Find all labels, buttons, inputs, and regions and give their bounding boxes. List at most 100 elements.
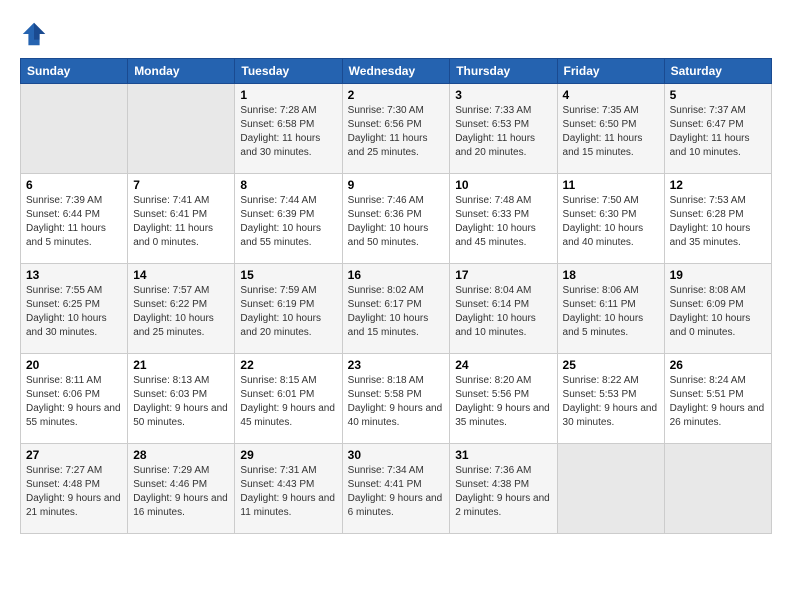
day-header-monday: Monday bbox=[128, 59, 235, 84]
day-info: Sunrise: 8:11 AMSunset: 6:06 PMDaylight:… bbox=[26, 374, 122, 430]
day-info: Sunrise: 8:24 AMSunset: 5:51 PMDaylight:… bbox=[670, 374, 766, 430]
day-info: Sunrise: 7:53 AMSunset: 6:28 PMDaylight:… bbox=[670, 194, 766, 250]
calendar-cell: 5 Sunrise: 7:37 AMSunset: 6:47 PMDaylight… bbox=[664, 84, 771, 174]
calendar-cell: 22 Sunrise: 8:15 AMSunset: 6:01 PMDayligh… bbox=[235, 354, 342, 444]
day-number: 15 bbox=[240, 268, 336, 282]
day-number: 28 bbox=[133, 448, 229, 462]
day-number: 21 bbox=[133, 358, 229, 372]
day-info: Sunrise: 7:48 AMSunset: 6:33 PMDaylight:… bbox=[455, 194, 551, 250]
day-header-tuesday: Tuesday bbox=[235, 59, 342, 84]
calendar-cell: 29 Sunrise: 7:31 AMSunset: 4:43 PMDayligh… bbox=[235, 444, 342, 534]
calendar-week-row: 13Sunrise: 7:55 AMSunset: 6:25 PMDayligh… bbox=[21, 264, 772, 354]
day-number: 1 bbox=[240, 88, 336, 102]
day-number: 8 bbox=[240, 178, 336, 192]
calendar-cell: 11 Sunrise: 7:50 AMSunset: 6:30 PMDayligh… bbox=[557, 174, 664, 264]
calendar-cell: 3 Sunrise: 7:33 AMSunset: 6:53 PMDaylight… bbox=[450, 84, 557, 174]
day-number: 18 bbox=[563, 268, 659, 282]
day-info: Sunrise: 7:36 AMSunset: 4:38 PMDaylight:… bbox=[455, 464, 551, 520]
calendar-cell: 1 Sunrise: 7:28 AMSunset: 6:58 PMDaylight… bbox=[235, 84, 342, 174]
day-info: Sunrise: 8:06 AMSunset: 6:11 PMDaylight:… bbox=[563, 284, 659, 340]
day-number: 16 bbox=[348, 268, 445, 282]
calendar-table: SundayMondayTuesdayWednesdayThursdayFrid… bbox=[20, 58, 772, 534]
calendar-cell: 26 Sunrise: 8:24 AMSunset: 5:51 PMDayligh… bbox=[664, 354, 771, 444]
day-header-saturday: Saturday bbox=[664, 59, 771, 84]
day-info: Sunrise: 8:08 AMSunset: 6:09 PMDaylight:… bbox=[670, 284, 766, 340]
day-info: Sunrise: 7:37 AMSunset: 6:47 PMDaylight:… bbox=[670, 104, 766, 160]
day-header-wednesday: Wednesday bbox=[342, 59, 450, 84]
day-number: 3 bbox=[455, 88, 551, 102]
calendar-cell: 15 Sunrise: 7:59 AMSunset: 6:19 PMDayligh… bbox=[235, 264, 342, 354]
day-info: Sunrise: 8:02 AMSunset: 6:17 PMDaylight:… bbox=[348, 284, 445, 340]
day-number: 26 bbox=[670, 358, 766, 372]
calendar-cell: 19 Sunrise: 8:08 AMSunset: 6:09 PMDayligh… bbox=[664, 264, 771, 354]
calendar-cell: 20 Sunrise: 8:11 AMSunset: 6:06 PMDayligh… bbox=[21, 354, 128, 444]
day-info: Sunrise: 7:27 AMSunset: 4:48 PMDaylight:… bbox=[26, 464, 122, 520]
calendar-cell: 13Sunrise: 7:55 AMSunset: 6:25 PMDayligh… bbox=[21, 264, 128, 354]
calendar-cell: 7Sunrise: 7:41 AMSunset: 6:41 PMDaylight… bbox=[128, 174, 235, 264]
day-info: Sunrise: 8:18 AMSunset: 5:58 PMDaylight:… bbox=[348, 374, 445, 430]
day-number: 2 bbox=[348, 88, 445, 102]
day-number: 19 bbox=[670, 268, 766, 282]
day-info: Sunrise: 7:50 AMSunset: 6:30 PMDaylight:… bbox=[563, 194, 659, 250]
calendar-cell: 27 Sunrise: 7:27 AMSunset: 4:48 PMDayligh… bbox=[21, 444, 128, 534]
calendar-cell: 21 Sunrise: 8:13 AMSunset: 6:03 PMDayligh… bbox=[128, 354, 235, 444]
day-info: Sunrise: 7:28 AMSunset: 6:58 PMDaylight:… bbox=[240, 104, 336, 160]
day-info: Sunrise: 7:46 AMSunset: 6:36 PMDaylight:… bbox=[348, 194, 445, 250]
day-info: Sunrise: 8:04 AMSunset: 6:14 PMDaylight:… bbox=[455, 284, 551, 340]
calendar-week-row: 6Sunrise: 7:39 AMSunset: 6:44 PMDaylight… bbox=[21, 174, 772, 264]
calendar-cell: 30Sunrise: 7:34 AMSunset: 4:41 PMDayligh… bbox=[342, 444, 450, 534]
day-info: Sunrise: 7:33 AMSunset: 6:53 PMDaylight:… bbox=[455, 104, 551, 160]
day-info: Sunrise: 8:22 AMSunset: 5:53 PMDaylight:… bbox=[563, 374, 659, 430]
calendar-cell: 16 Sunrise: 8:02 AMSunset: 6:17 PMDayligh… bbox=[342, 264, 450, 354]
calendar-cell: 23 Sunrise: 8:18 AMSunset: 5:58 PMDayligh… bbox=[342, 354, 450, 444]
calendar-cell: 9 Sunrise: 7:46 AMSunset: 6:36 PMDaylight… bbox=[342, 174, 450, 264]
logo-icon bbox=[20, 20, 48, 48]
day-info: Sunrise: 7:29 AMSunset: 4:46 PMDaylight:… bbox=[133, 464, 229, 520]
calendar-cell: 8 Sunrise: 7:44 AMSunset: 6:39 PMDaylight… bbox=[235, 174, 342, 264]
logo bbox=[20, 20, 52, 48]
day-info: Sunrise: 8:13 AMSunset: 6:03 PMDaylight:… bbox=[133, 374, 229, 430]
day-number: 23 bbox=[348, 358, 445, 372]
calendar-week-row: 1 Sunrise: 7:28 AMSunset: 6:58 PMDaylight… bbox=[21, 84, 772, 174]
day-info: Sunrise: 8:20 AMSunset: 5:56 PMDaylight:… bbox=[455, 374, 551, 430]
day-number: 31 bbox=[455, 448, 551, 462]
day-info: Sunrise: 7:57 AMSunset: 6:22 PMDaylight:… bbox=[133, 284, 229, 340]
day-info: Sunrise: 8:15 AMSunset: 6:01 PMDaylight:… bbox=[240, 374, 336, 430]
calendar-cell: 18 Sunrise: 8:06 AMSunset: 6:11 PMDayligh… bbox=[557, 264, 664, 354]
calendar-cell bbox=[664, 444, 771, 534]
calendar-week-row: 27 Sunrise: 7:27 AMSunset: 4:48 PMDayligh… bbox=[21, 444, 772, 534]
calendar-cell bbox=[128, 84, 235, 174]
calendar-cell: 4Sunrise: 7:35 AMSunset: 6:50 PMDaylight… bbox=[557, 84, 664, 174]
day-number: 6 bbox=[26, 178, 122, 192]
day-number: 24 bbox=[455, 358, 551, 372]
calendar-cell: 12 Sunrise: 7:53 AMSunset: 6:28 PMDayligh… bbox=[664, 174, 771, 264]
calendar-cell: 28 Sunrise: 7:29 AMSunset: 4:46 PMDayligh… bbox=[128, 444, 235, 534]
page-header bbox=[20, 20, 772, 48]
day-number: 20 bbox=[26, 358, 122, 372]
day-number: 25 bbox=[563, 358, 659, 372]
day-number: 5 bbox=[670, 88, 766, 102]
day-number: 11 bbox=[563, 178, 659, 192]
day-info: Sunrise: 7:34 AMSunset: 4:41 PMDaylight:… bbox=[348, 464, 445, 520]
day-number: 12 bbox=[670, 178, 766, 192]
day-header-sunday: Sunday bbox=[21, 59, 128, 84]
calendar-cell: 10 Sunrise: 7:48 AMSunset: 6:33 PMDayligh… bbox=[450, 174, 557, 264]
calendar-cell: 31 Sunrise: 7:36 AMSunset: 4:38 PMDayligh… bbox=[450, 444, 557, 534]
calendar-week-row: 20 Sunrise: 8:11 AMSunset: 6:06 PMDayligh… bbox=[21, 354, 772, 444]
day-header-friday: Friday bbox=[557, 59, 664, 84]
day-info: Sunrise: 7:41 AMSunset: 6:41 PMDaylight:… bbox=[133, 194, 229, 250]
day-number: 9 bbox=[348, 178, 445, 192]
day-number: 17 bbox=[455, 268, 551, 282]
calendar-cell: 14Sunrise: 7:57 AMSunset: 6:22 PMDayligh… bbox=[128, 264, 235, 354]
day-info: Sunrise: 7:44 AMSunset: 6:39 PMDaylight:… bbox=[240, 194, 336, 250]
calendar-cell bbox=[557, 444, 664, 534]
day-number: 10 bbox=[455, 178, 551, 192]
day-info: Sunrise: 7:59 AMSunset: 6:19 PMDaylight:… bbox=[240, 284, 336, 340]
day-number: 22 bbox=[240, 358, 336, 372]
day-number: 29 bbox=[240, 448, 336, 462]
day-number: 4 bbox=[563, 88, 659, 102]
calendar-cell: 6Sunrise: 7:39 AMSunset: 6:44 PMDaylight… bbox=[21, 174, 128, 264]
day-info: Sunrise: 7:30 AMSunset: 6:56 PMDaylight:… bbox=[348, 104, 445, 160]
day-number: 27 bbox=[26, 448, 122, 462]
day-info: Sunrise: 7:31 AMSunset: 4:43 PMDaylight:… bbox=[240, 464, 336, 520]
